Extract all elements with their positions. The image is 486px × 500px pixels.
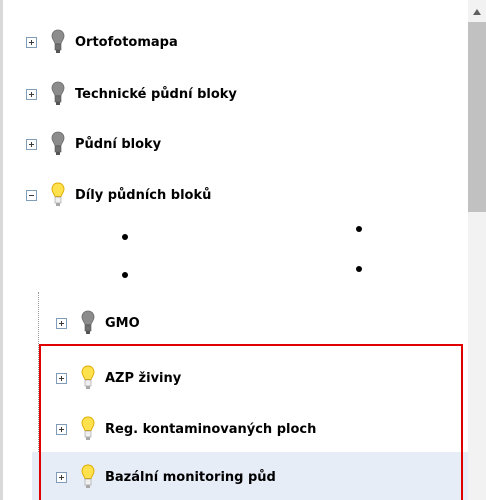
tree-item-label: Ortofotomapa [75,34,178,50]
tree-item-label: Technické půdní bloky [75,86,237,102]
lightbulb-gray-icon[interactable] [77,310,99,336]
collapsed-child-dot [122,272,128,278]
lightbulb-gray-icon[interactable] [47,131,69,157]
tree-item-pudni-bloky[interactable]: Půdní bloky [26,129,161,159]
tree-item-dily-pudnich-bloku[interactable]: Díly půdních bloků [26,180,211,210]
scroll-up-arrow-icon[interactable] [468,0,486,22]
collapsed-child-dot [122,234,128,240]
collapsed-child-dot [356,226,362,232]
scrollbar-thumb[interactable] [468,22,486,212]
layer-tree-panel: Ortofotomapa Technické půdní bloky Půdní… [0,0,486,500]
tree-item-ortofotomapa[interactable]: Ortofotomapa [26,27,178,57]
expand-plus-icon[interactable] [26,138,37,150]
expand-plus-icon[interactable] [26,88,37,100]
expand-plus-icon[interactable] [26,36,37,48]
collapse-minus-icon[interactable] [26,189,37,201]
tree-item-label: Díly půdních bloků [75,187,212,203]
highlight-annotation-box [39,344,463,500]
lightbulb-gray-icon[interactable] [47,81,69,107]
lightbulb-yellow-icon[interactable] [47,182,69,208]
collapsed-child-dot [356,266,362,272]
panel-left-border [0,0,3,500]
tree-item-gmo[interactable]: GMO [56,308,140,338]
tree-item-label: GMO [105,315,140,331]
vertical-scrollbar[interactable] [468,0,486,500]
tree-item-technicke-pudni-bloky[interactable]: Technické půdní bloky [26,79,237,109]
tree-item-label: Půdní bloky [75,136,162,152]
expand-plus-icon[interactable] [56,317,67,329]
lightbulb-gray-icon[interactable] [47,29,69,55]
